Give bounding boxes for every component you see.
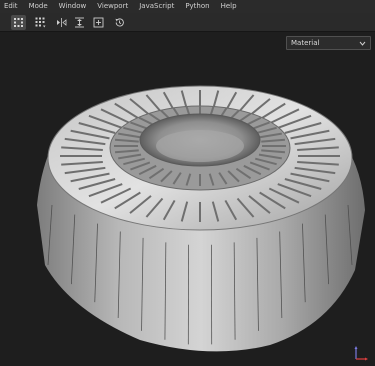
mirror-horizontal-button[interactable] xyxy=(54,15,69,30)
toolbar xyxy=(0,13,375,32)
frame-add-button[interactable] xyxy=(91,15,106,30)
history-icon xyxy=(115,18,124,27)
menu-python[interactable]: Python xyxy=(185,0,209,13)
grid-dropdown-icon xyxy=(35,17,46,28)
menu-javascript[interactable]: JavaScript xyxy=(139,0,174,13)
menu-help[interactable]: Help xyxy=(221,0,237,13)
grid-select-icon xyxy=(14,18,23,27)
mirror-horizontal-icon xyxy=(57,18,67,27)
menu-mode[interactable]: Mode xyxy=(29,0,48,13)
axis-gizmo-icon[interactable] xyxy=(351,344,369,362)
material-select[interactable]: Material xyxy=(286,36,371,50)
grid-dropdown-button[interactable] xyxy=(33,15,48,30)
metal-gear-ring-model xyxy=(37,85,365,352)
frame-add-icon xyxy=(93,17,104,28)
history-button[interactable] xyxy=(112,15,127,30)
menu-window[interactable]: Window xyxy=(59,0,87,13)
grid-select-button[interactable] xyxy=(11,15,26,30)
align-vertical-button[interactable] xyxy=(72,15,87,30)
material-select-value: Material xyxy=(291,39,320,47)
chevron-down-icon xyxy=(359,41,366,46)
menu-viewport[interactable]: Viewport xyxy=(97,0,128,13)
menu-edit[interactable]: Edit xyxy=(4,0,18,13)
align-vertical-icon xyxy=(75,17,84,28)
menu-bar: Edit Mode Window Viewport JavaScript Pyt… xyxy=(0,0,375,13)
